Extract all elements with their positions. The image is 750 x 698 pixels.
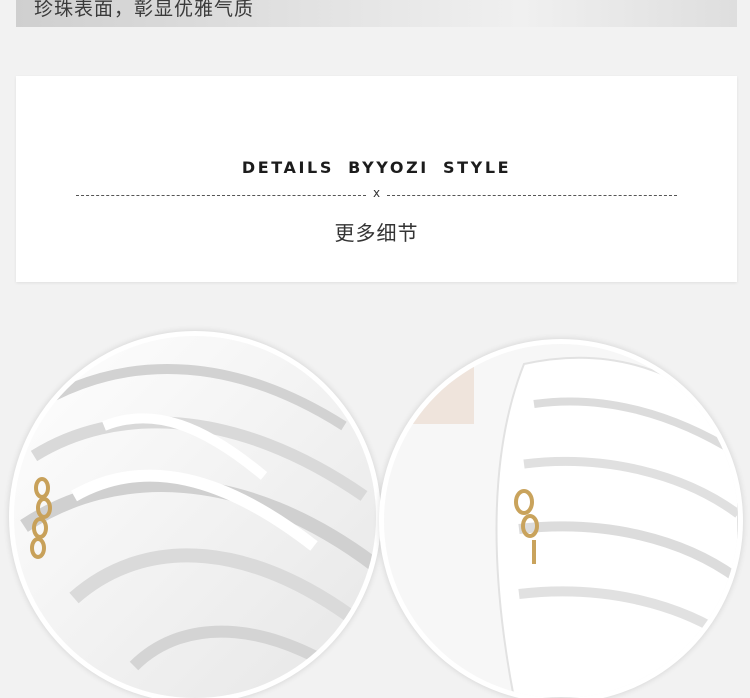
section-title: DETAILS BYYOZI STYLE	[241, 158, 512, 177]
top-banner: 珍珠表面，彰显优雅气质	[16, 0, 737, 27]
detail-image-clasp	[384, 344, 738, 698]
divider-mark: x	[372, 186, 381, 200]
divider-line-left	[76, 195, 366, 196]
pleats-illustration	[14, 336, 376, 698]
detail-image-pleats	[14, 336, 376, 698]
section-subtitle: 更多细节	[334, 221, 419, 245]
banner-caption: 珍珠表面，彰显优雅气质	[34, 0, 255, 20]
divider-line-right	[387, 195, 677, 196]
details-header-card: DETAILS BYYOZI STYLE x 更多细节	[16, 76, 737, 282]
dashed-divider: x	[76, 186, 677, 200]
clasp-illustration	[384, 344, 738, 698]
